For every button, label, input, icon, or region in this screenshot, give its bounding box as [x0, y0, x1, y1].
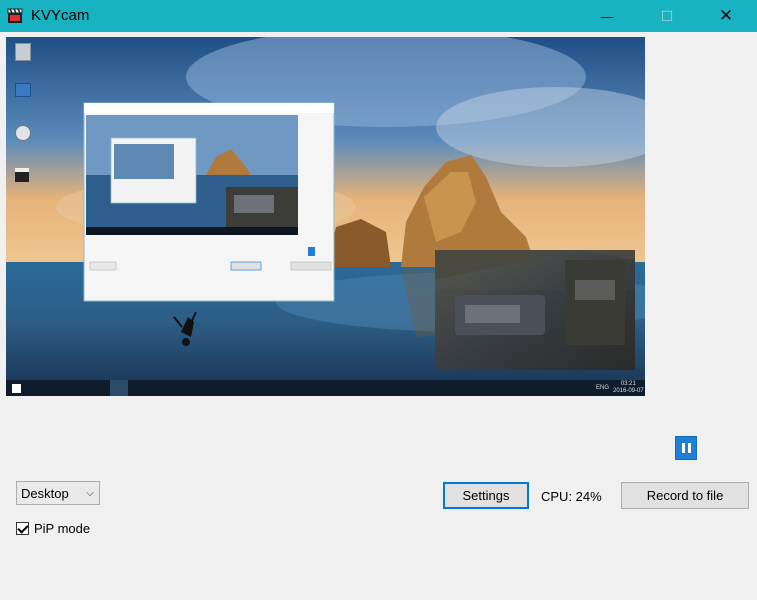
- pip-webcam-overlay: [435, 250, 635, 370]
- taskbar-lang: ENG: [596, 385, 610, 391]
- record-button-label: Record to file: [646, 488, 724, 503]
- pip-mode-label: PiP mode: [34, 521, 91, 536]
- maximize-icon: ☐: [660, 7, 674, 24]
- pip-mode-checkbox[interactable]: PiP mode: [16, 521, 90, 536]
- source-select-value: Desktop: [21, 485, 69, 501]
- source-select[interactable]: Desktop ⌵: [16, 481, 100, 505]
- close-icon: ✕: [718, 6, 734, 25]
- settings-button[interactable]: Settings: [443, 482, 529, 509]
- record-to-file-button[interactable]: Record to file: [621, 482, 749, 509]
- chevron-down-icon: ⌵: [86, 487, 94, 499]
- minimize-button[interactable]: —: [584, 0, 630, 32]
- window-title: KVYcam: [31, 7, 90, 24]
- close-button[interactable]: ✕: [703, 0, 749, 32]
- network-icon: [15, 83, 31, 97]
- cpu-usage: CPU: 24%: [541, 489, 602, 504]
- google-chrome-icon: [15, 125, 31, 141]
- title-bar[interactable]: KVYcam — ☐ ✕: [0, 0, 757, 32]
- pause-button[interactable]: [675, 436, 697, 460]
- recycle-bin-icon: [15, 43, 31, 61]
- kvycam-icon: [15, 168, 29, 182]
- pause-icon: [680, 443, 692, 453]
- taskbar-clock: 03:21 2016-09-07: [613, 381, 644, 395]
- settings-button-label: Settings: [462, 488, 510, 503]
- maximize-button[interactable]: ☐: [644, 0, 690, 32]
- checkbox-checked-icon[interactable]: [16, 522, 29, 535]
- minimize-icon: —: [600, 8, 614, 24]
- clapperboard-icon: [7, 8, 23, 23]
- taskbar-time: 03:21: [620, 381, 636, 387]
- start-icon: [12, 384, 21, 393]
- capture-preview: 03:21 2016-09-07 ENG: [6, 37, 645, 396]
- taskbar-date: 2016-09-07: [613, 388, 644, 394]
